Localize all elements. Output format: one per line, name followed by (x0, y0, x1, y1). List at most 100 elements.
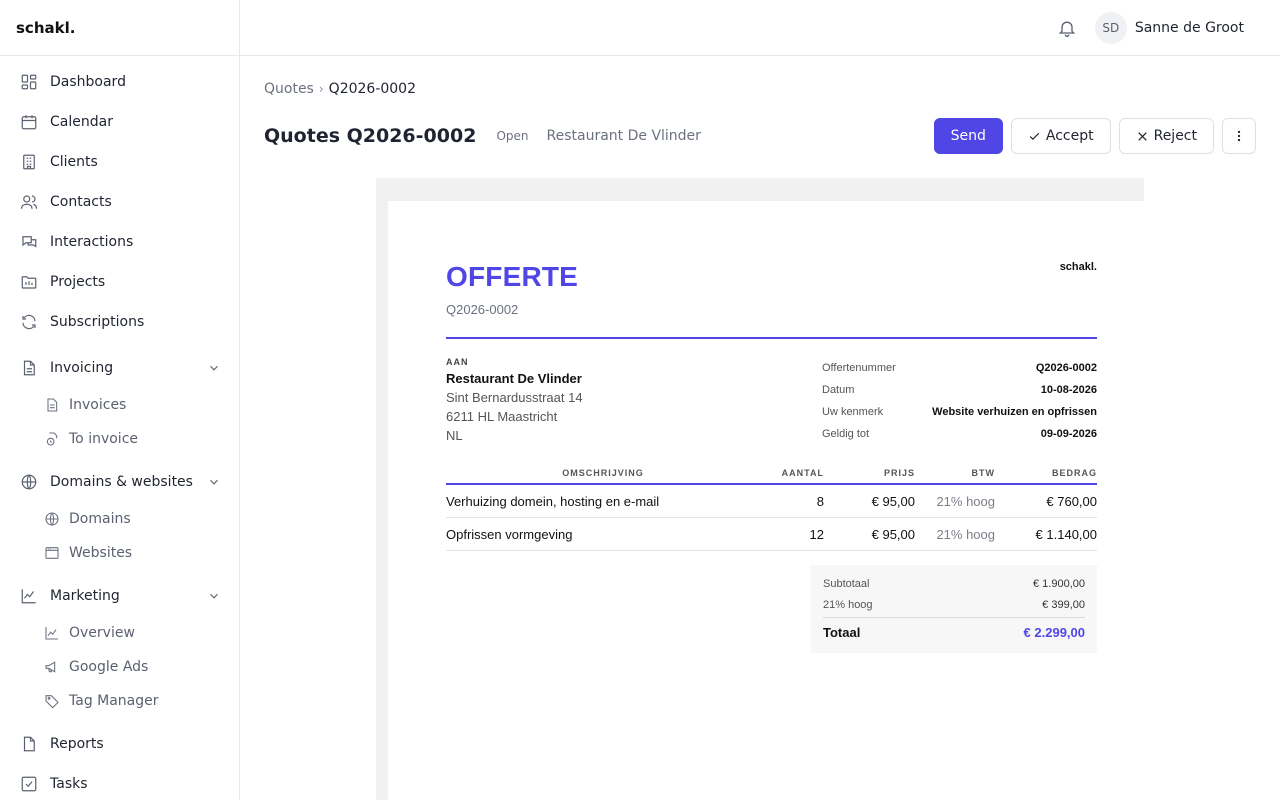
sidebar-item-subscriptions[interactable]: Subscriptions (0, 302, 239, 342)
breadcrumb: Quotes › Q2026-0002 (264, 81, 416, 97)
line-price: € 95,00 (871, 493, 915, 509)
document-number: Q2026-0002 (446, 302, 519, 317)
chart-icon (20, 587, 38, 605)
sidebar-item-interactions[interactable]: Interactions (0, 222, 239, 262)
status-badge: Open (496, 129, 529, 143)
total-label: Totaal (823, 625, 861, 640)
building-icon (20, 153, 38, 171)
sidebar-item-label: Reports (50, 736, 104, 752)
sidebar-item-label: Overview (69, 625, 135, 641)
sidebar-item-label: Dashboard (50, 74, 126, 90)
chevron-down-icon[interactable] (207, 361, 221, 375)
close-icon (1136, 130, 1149, 143)
meta-value: 10-08-2026 (1040, 384, 1097, 396)
send-button-label: Send (950, 128, 986, 144)
dashboard-icon (20, 73, 38, 91)
sidebar-item-label: Invoicing (50, 360, 114, 376)
line-description: Opfrissen vormgeving (446, 526, 573, 542)
line-vat: 21% hoog (936, 526, 995, 542)
meta-value: Q2026-0002 (1035, 362, 1097, 374)
sidebar-nav: Dashboard Calendar Clients Contacts Inte… (0, 56, 239, 800)
check-icon (1028, 130, 1041, 143)
table-row: Verhuizing domein, hosting en e-mail 8 €… (446, 485, 1097, 518)
app-logo[interactable]: schakl. (0, 0, 239, 56)
file-text-icon (44, 397, 60, 413)
recipient-label: AAN (446, 357, 469, 367)
sidebar-item-marketing[interactable]: Marketing (0, 576, 239, 616)
meta-key: Offertenummer (822, 362, 896, 374)
vat-row: 21% hoog € 399,00 (823, 594, 1085, 615)
sidebar-item-google-ads[interactable]: Google Ads (0, 650, 239, 684)
sidebar-item-label: Google Ads (69, 659, 149, 675)
meta-row: Datum 10-08-2026 (822, 379, 1097, 401)
more-options-button[interactable] (1222, 118, 1256, 154)
bell-icon[interactable] (1057, 18, 1077, 38)
sidebar-item-to-invoice[interactable]: To invoice (0, 422, 239, 456)
sidebar-item-tag-manager[interactable]: Tag Manager (0, 684, 239, 718)
accept-button[interactable]: Accept (1010, 118, 1111, 154)
title-bar: Quotes Q2026-0002 Open Restaurant De Vli… (264, 118, 1256, 154)
checkbox-icon (20, 775, 38, 793)
sidebar-item-label: Invoices (69, 397, 127, 413)
sidebar-item-tasks[interactable]: Tasks (0, 764, 239, 800)
users-icon (20, 193, 38, 211)
column-header: BTW (971, 468, 995, 478)
refresh-icon (20, 313, 38, 331)
sidebar-item-label: Websites (69, 545, 133, 561)
chevron-down-icon[interactable] (207, 475, 221, 489)
vat-value: € 399,00 (1042, 598, 1085, 611)
user-name[interactable]: Sanne de Groot (1135, 20, 1244, 36)
total-value: € 2.299,00 (1023, 625, 1085, 640)
line-amount: € 760,00 (1046, 493, 1097, 509)
sidebar-item-domains-websites[interactable]: Domains & websites (0, 462, 239, 502)
send-button[interactable]: Send (933, 118, 1003, 154)
chevron-down-icon[interactable] (207, 589, 221, 603)
sidebar-item-label: Tasks (50, 776, 88, 792)
line-items-table: OMSCHRIJVING AANTAL PRIJS BTW BEDRAG Ver… (446, 463, 1097, 551)
sidebar-item-websites[interactable]: Websites (0, 536, 239, 570)
breadcrumb-quotes-link[interactable]: Quotes (264, 81, 314, 97)
sidebar-item-clients[interactable]: Clients (0, 142, 239, 182)
document-brand: schakl. (1059, 261, 1097, 273)
more-vertical-icon (1232, 129, 1246, 143)
folder-icon (20, 273, 38, 291)
breadcrumb-current: Q2026-0002 (328, 81, 417, 97)
reject-button-label: Reject (1153, 128, 1197, 144)
line-quantity: 8 (816, 493, 824, 509)
subtotal-value: € 1.900,00 (1033, 577, 1085, 590)
client-name[interactable]: Restaurant De Vlinder (547, 128, 701, 144)
sidebar-item-label: Marketing (50, 588, 120, 604)
quote-document: OFFERTE Q2026-0002 schakl. AAN Restauran… (388, 201, 1144, 800)
sidebar-item-invoices[interactable]: Invoices (0, 388, 239, 422)
sidebar-item-projects[interactable]: Projects (0, 262, 239, 302)
subtotal-label: Subtotaal (823, 577, 870, 590)
sidebar-item-overview[interactable]: Overview (0, 616, 239, 650)
meta-key: Geldig tot (822, 428, 870, 440)
action-buttons: Send Accept Reject (926, 118, 1256, 154)
column-header: BEDRAG (1051, 468, 1097, 478)
sidebar-item-domains[interactable]: Domains (0, 502, 239, 536)
sidebar-item-invoicing[interactable]: Invoicing (0, 348, 239, 388)
sidebar-item-contacts[interactable]: Contacts (0, 182, 239, 222)
table-row: Opfrissen vormgeving 12 € 95,00 21% hoog… (446, 518, 1097, 551)
sidebar-item-label: To invoice (69, 431, 139, 447)
sidebar-item-calendar[interactable]: Calendar (0, 102, 239, 142)
vat-label: 21% hoog (823, 598, 873, 611)
top-bar: SD Sanne de Groot (240, 0, 1280, 56)
sidebar-item-dashboard[interactable]: Dashboard (0, 62, 239, 102)
sidebar-item-label: Clients (50, 154, 98, 170)
divider (446, 337, 1097, 339)
globe-icon (20, 473, 38, 491)
table-header: OMSCHRIJVING AANTAL PRIJS BTW BEDRAG (446, 463, 1097, 485)
sidebar-item-reports[interactable]: Reports (0, 724, 239, 764)
avatar[interactable]: SD (1094, 11, 1127, 44)
recipient-city: 6211 HL Maastricht (446, 409, 558, 424)
total-row: Totaal € 2.299,00 (823, 617, 1085, 647)
meta-row: Geldig tot 09-09-2026 (822, 423, 1097, 445)
browser-icon (44, 545, 60, 561)
meta-key: Uw kenmerk (822, 406, 884, 418)
chat-icon (20, 233, 38, 251)
column-header: OMSCHRIJVING (562, 468, 644, 478)
quote-preview[interactable]: OFFERTE Q2026-0002 schakl. AAN Restauran… (376, 178, 1144, 800)
reject-button[interactable]: Reject (1118, 118, 1214, 154)
